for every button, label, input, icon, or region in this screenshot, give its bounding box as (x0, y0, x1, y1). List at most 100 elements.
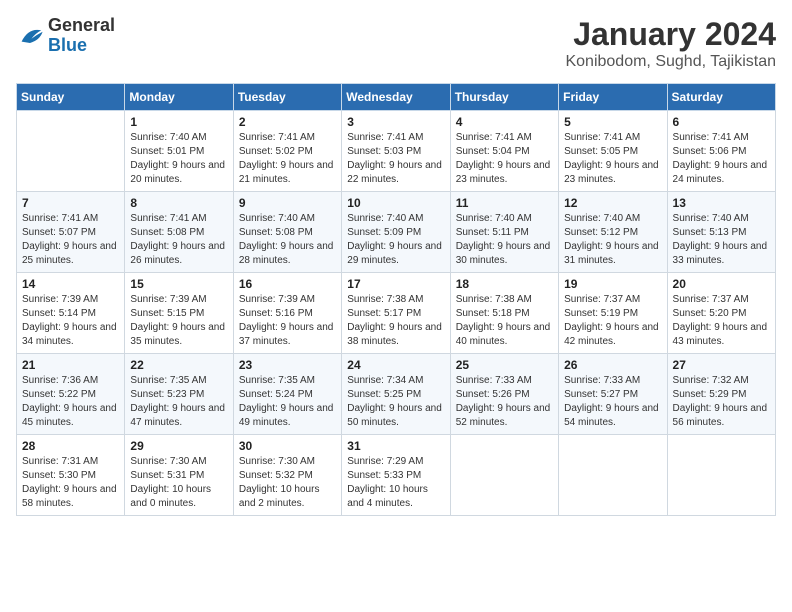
day-detail: Sunrise: 7:40 AMSunset: 5:12 PMDaylight:… (564, 212, 661, 268)
day-detail: Sunrise: 7:38 AMSunset: 5:17 PMDaylight:… (347, 293, 444, 349)
day-detail: Sunrise: 7:35 AMSunset: 5:24 PMDaylight:… (239, 374, 336, 430)
calendar-cell (17, 111, 125, 192)
day-number: 29 (130, 439, 227, 453)
calendar-week-row: 7Sunrise: 7:41 AMSunset: 5:07 PMDaylight… (17, 192, 776, 273)
day-number: 9 (239, 196, 336, 210)
calendar-cell: 28 Sunrise: 7:31 AMSunset: 5:30 PMDayligh… (17, 435, 125, 516)
header-tuesday: Tuesday (233, 84, 341, 111)
day-number: 10 (347, 196, 444, 210)
day-detail: Sunrise: 7:31 AMSunset: 5:30 PMDaylight:… (22, 455, 119, 511)
day-detail: Sunrise: 7:37 AMSunset: 5:20 PMDaylight:… (673, 293, 770, 349)
day-number: 16 (239, 277, 336, 291)
day-number: 6 (673, 115, 770, 129)
calendar-cell: 3 Sunrise: 7:41 AMSunset: 5:03 PMDaylight… (342, 111, 450, 192)
day-detail: Sunrise: 7:40 AMSunset: 5:13 PMDaylight:… (673, 212, 770, 268)
day-detail: Sunrise: 7:41 AMSunset: 5:04 PMDaylight:… (456, 131, 553, 187)
day-number: 26 (564, 358, 661, 372)
day-number: 17 (347, 277, 444, 291)
calendar-cell (450, 435, 558, 516)
day-number: 19 (564, 277, 661, 291)
header-wednesday: Wednesday (342, 84, 450, 111)
day-number: 28 (22, 439, 119, 453)
day-number: 4 (456, 115, 553, 129)
calendar-cell: 21 Sunrise: 7:36 AMSunset: 5:22 PMDayligh… (17, 354, 125, 435)
month-year-title: January 2024 (565, 16, 776, 53)
day-number: 31 (347, 439, 444, 453)
calendar-cell: 20Sunrise: 7:37 AMSunset: 5:20 PMDayligh… (667, 273, 775, 354)
calendar-cell: 18 Sunrise: 7:38 AMSunset: 5:18 PMDayligh… (450, 273, 558, 354)
header-saturday: Saturday (667, 84, 775, 111)
calendar-table: SundayMondayTuesdayWednesdayThursdayFrid… (16, 83, 776, 516)
day-number: 27 (673, 358, 770, 372)
day-number: 11 (456, 196, 553, 210)
calendar-cell: 19Sunrise: 7:37 AMSunset: 5:19 PMDayligh… (559, 273, 667, 354)
day-detail: Sunrise: 7:30 AMSunset: 5:31 PMDaylight:… (130, 455, 227, 511)
logo-blue: Blue (48, 36, 115, 56)
calendar-cell: 23 Sunrise: 7:35 AMSunset: 5:24 PMDayligh… (233, 354, 341, 435)
day-detail: Sunrise: 7:33 AMSunset: 5:27 PMDaylight:… (564, 374, 661, 430)
day-detail: Sunrise: 7:35 AMSunset: 5:23 PMDaylight:… (130, 374, 227, 430)
calendar-cell: 14 Sunrise: 7:39 AMSunset: 5:14 PMDayligh… (17, 273, 125, 354)
day-number: 22 (130, 358, 227, 372)
calendar-cell: 12 Sunrise: 7:40 AMSunset: 5:12 PMDayligh… (559, 192, 667, 273)
day-number: 5 (564, 115, 661, 129)
day-detail: Sunrise: 7:39 AMSunset: 5:15 PMDaylight:… (130, 293, 227, 349)
day-number: 21 (22, 358, 119, 372)
day-number: 8 (130, 196, 227, 210)
logo-general: General (48, 16, 115, 36)
day-number: 25 (456, 358, 553, 372)
calendar-cell: 5Sunrise: 7:41 AMSunset: 5:05 PMDaylight… (559, 111, 667, 192)
location-subtitle: Konibodom, Sughd, Tajikistan (565, 53, 776, 71)
day-number: 1 (130, 115, 227, 129)
calendar-cell: 16 Sunrise: 7:39 AMSunset: 5:16 PMDayligh… (233, 273, 341, 354)
day-detail: Sunrise: 7:40 AMSunset: 5:08 PMDaylight:… (239, 212, 336, 268)
header-monday: Monday (125, 84, 233, 111)
calendar-cell: 27Sunrise: 7:32 AMSunset: 5:29 PMDayligh… (667, 354, 775, 435)
day-detail: Sunrise: 7:41 AMSunset: 5:06 PMDaylight:… (673, 131, 770, 187)
day-detail: Sunrise: 7:39 AMSunset: 5:14 PMDaylight:… (22, 293, 119, 349)
logo-bird-icon (16, 22, 44, 50)
calendar-cell: 13 Sunrise: 7:40 AMSunset: 5:13 PMDayligh… (667, 192, 775, 273)
day-detail: Sunrise: 7:41 AMSunset: 5:02 PMDaylight:… (239, 131, 336, 187)
day-number: 12 (564, 196, 661, 210)
day-number: 7 (22, 196, 119, 210)
calendar-cell: 26 Sunrise: 7:33 AMSunset: 5:27 PMDayligh… (559, 354, 667, 435)
calendar-cell: 10 Sunrise: 7:40 AMSunset: 5:09 PMDayligh… (342, 192, 450, 273)
calendar-cell: 31Sunrise: 7:29 AMSunset: 5:33 PMDayligh… (342, 435, 450, 516)
day-number: 14 (22, 277, 119, 291)
day-detail: Sunrise: 7:36 AMSunset: 5:22 PMDaylight:… (22, 374, 119, 430)
calendar-cell: 29 Sunrise: 7:30 AMSunset: 5:31 PMDayligh… (125, 435, 233, 516)
calendar-cell: 7Sunrise: 7:41 AMSunset: 5:07 PMDaylight… (17, 192, 125, 273)
day-detail: Sunrise: 7:40 AMSunset: 5:11 PMDaylight:… (456, 212, 553, 268)
day-detail: Sunrise: 7:40 AMSunset: 5:01 PMDaylight:… (130, 131, 227, 187)
calendar-cell: 4 Sunrise: 7:41 AMSunset: 5:04 PMDaylight… (450, 111, 558, 192)
day-detail: Sunrise: 7:38 AMSunset: 5:18 PMDaylight:… (456, 293, 553, 349)
calendar-cell: 6 Sunrise: 7:41 AMSunset: 5:06 PMDaylight… (667, 111, 775, 192)
day-number: 30 (239, 439, 336, 453)
logo: General Blue (16, 16, 115, 56)
day-number: 24 (347, 358, 444, 372)
day-number: 23 (239, 358, 336, 372)
day-detail: Sunrise: 7:41 AMSunset: 5:08 PMDaylight:… (130, 212, 227, 268)
day-number: 13 (673, 196, 770, 210)
calendar-cell: 30 Sunrise: 7:30 AMSunset: 5:32 PMDayligh… (233, 435, 341, 516)
day-number: 2 (239, 115, 336, 129)
calendar-cell (559, 435, 667, 516)
calendar-cell: 8 Sunrise: 7:41 AMSunset: 5:08 PMDaylight… (125, 192, 233, 273)
day-detail: Sunrise: 7:30 AMSunset: 5:32 PMDaylight:… (239, 455, 336, 511)
calendar-cell: 25Sunrise: 7:33 AMSunset: 5:26 PMDayligh… (450, 354, 558, 435)
calendar-cell: 1 Sunrise: 7:40 AMSunset: 5:01 PMDaylight… (125, 111, 233, 192)
calendar-week-row: 14 Sunrise: 7:39 AMSunset: 5:14 PMDayligh… (17, 273, 776, 354)
calendar-cell: 17 Sunrise: 7:38 AMSunset: 5:17 PMDayligh… (342, 273, 450, 354)
day-number: 18 (456, 277, 553, 291)
day-detail: Sunrise: 7:39 AMSunset: 5:16 PMDaylight:… (239, 293, 336, 349)
day-detail: Sunrise: 7:40 AMSunset: 5:09 PMDaylight:… (347, 212, 444, 268)
day-detail: Sunrise: 7:34 AMSunset: 5:25 PMDaylight:… (347, 374, 444, 430)
calendar-cell: 15 Sunrise: 7:39 AMSunset: 5:15 PMDayligh… (125, 273, 233, 354)
day-number: 15 (130, 277, 227, 291)
calendar-cell (667, 435, 775, 516)
day-detail: Sunrise: 7:41 AMSunset: 5:03 PMDaylight:… (347, 131, 444, 187)
day-number: 3 (347, 115, 444, 129)
calendar-week-row: 28 Sunrise: 7:31 AMSunset: 5:30 PMDayligh… (17, 435, 776, 516)
calendar-cell: 22 Sunrise: 7:35 AMSunset: 5:23 PMDayligh… (125, 354, 233, 435)
